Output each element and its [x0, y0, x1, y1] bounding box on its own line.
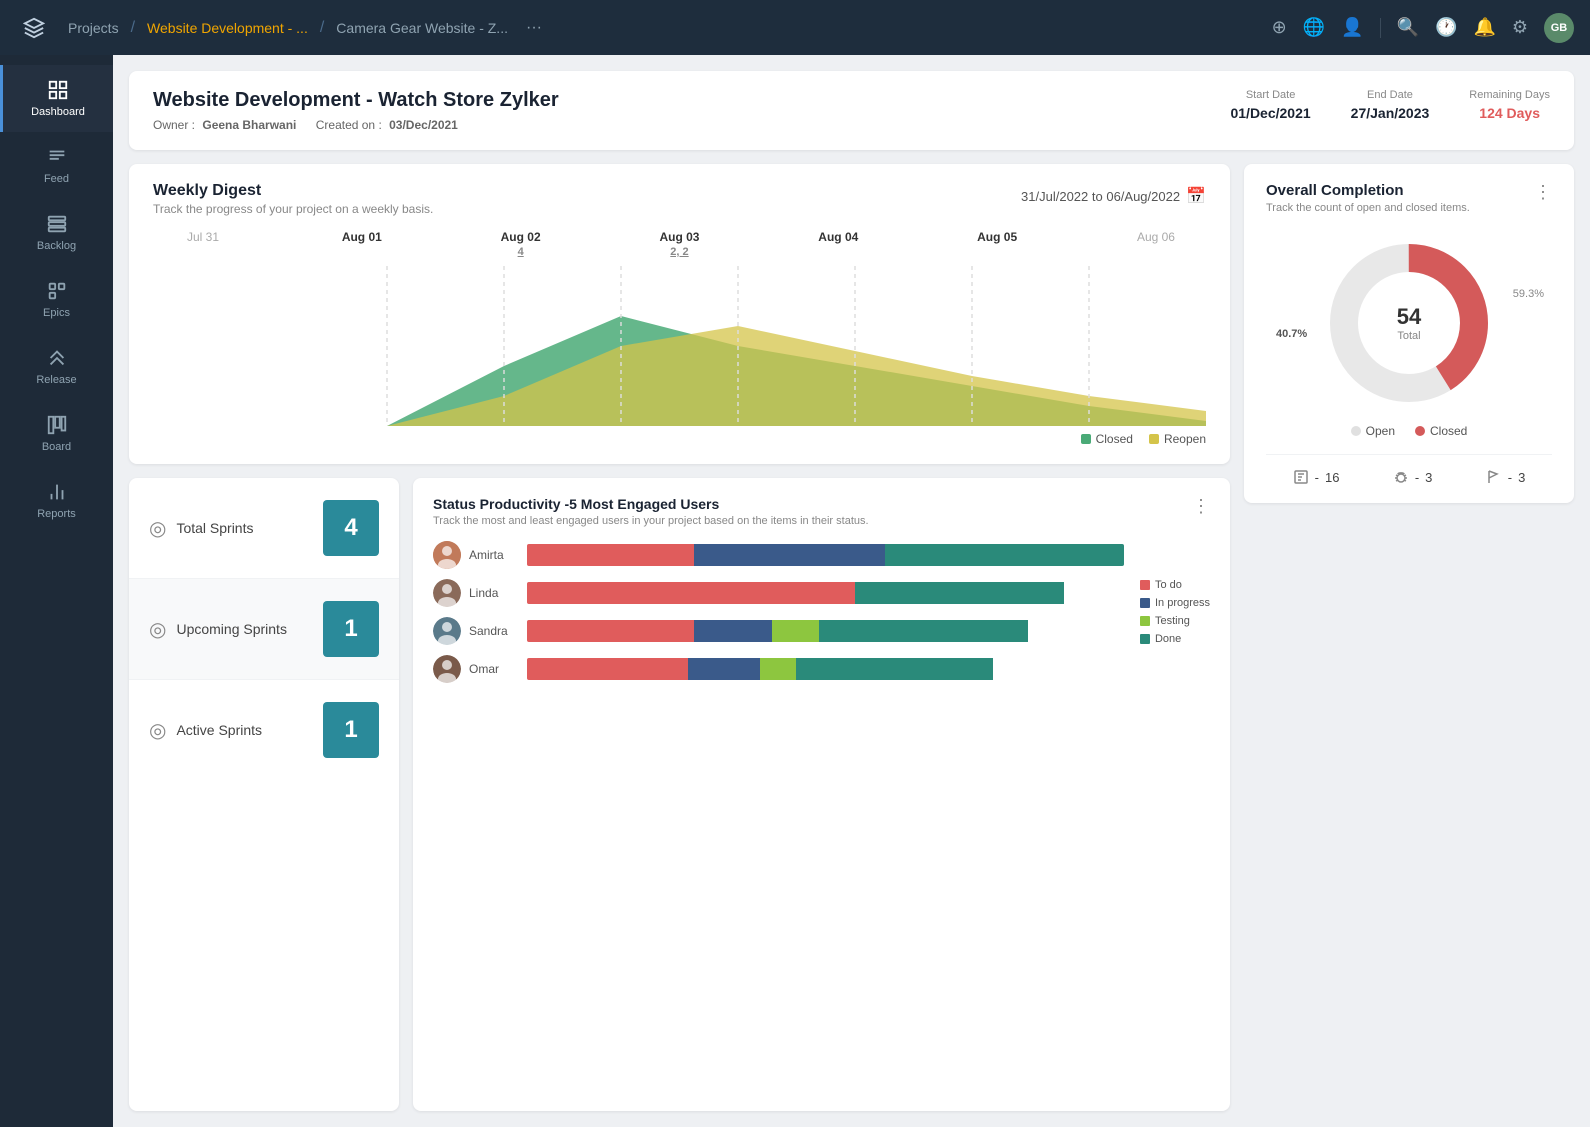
board-icon	[46, 414, 68, 436]
weekly-digest-title: Weekly Digest	[153, 182, 433, 200]
bar-row-sandra: Sandra	[433, 617, 1124, 645]
sprint-stat-total: ◎ Total Sprints 4	[129, 478, 399, 579]
bar-row-linda: Linda	[433, 579, 1124, 607]
active-sprints-label: Active Sprints	[176, 722, 262, 738]
sidebar-label-reports: Reports	[37, 508, 76, 520]
comp-stat-bugs: - 3	[1393, 469, 1433, 485]
sidebar-label-backlog: Backlog	[37, 240, 76, 252]
remaining-days: Remaining Days 124 Days	[1469, 89, 1550, 121]
legend-open: Open	[1351, 424, 1395, 438]
bar-row-amirta: Amirta	[433, 541, 1124, 569]
sidebar-item-dashboard[interactable]: Dashboard	[0, 65, 113, 132]
completion-title: Overall Completion	[1266, 182, 1470, 199]
day-aug02: Aug 024	[481, 230, 561, 258]
day-aug03: Aug 032, 2	[639, 230, 719, 258]
avatar-amirta	[433, 541, 461, 569]
end-date: End Date 27/Jan/2023	[1351, 89, 1430, 121]
sidebar-label-board: Board	[42, 441, 71, 453]
legend-closed-comp: Closed	[1415, 424, 1467, 438]
nav-projects[interactable]: Projects	[60, 16, 127, 40]
flag-icon	[1486, 469, 1502, 485]
date-range: 31/Jul/2022 to 06/Aug/2022 📅	[1021, 186, 1206, 206]
epics-icon	[46, 280, 68, 302]
legend-reopen: Reopen	[1149, 432, 1206, 446]
completion-more[interactable]: ⋮	[1534, 182, 1552, 203]
total-sprints-label: Total Sprints	[176, 520, 253, 536]
day-aug06: Aug 06	[1116, 230, 1196, 258]
productivity-card: Status Productivity -5 Most Engaged User…	[413, 478, 1230, 1111]
nav-website-dev[interactable]: Website Development - ...	[139, 16, 316, 40]
release-icon	[46, 347, 68, 369]
upcoming-sprints-icon: ◎	[149, 617, 166, 642]
sprint-stat-upcoming: ◎ Upcoming Sprints 1	[129, 579, 399, 680]
sidebar-item-feed[interactable]: Feed	[0, 132, 113, 199]
project-header: Website Development - Watch Store Zylker…	[129, 71, 1574, 150]
active-sprints-value: 1	[323, 702, 379, 758]
productivity-subtitle: Track the most and least engaged users i…	[433, 515, 869, 527]
active-sprints-icon: ◎	[149, 718, 166, 743]
comp-stat-tasks-value: 16	[1325, 470, 1339, 485]
sprint-stat-active: ◎ Active Sprints 1	[129, 680, 399, 780]
weekly-chart	[153, 266, 1206, 426]
dashboard-icon	[47, 79, 69, 101]
upcoming-sprints-label: Upcoming Sprints	[176, 621, 287, 637]
bar-row-omar: Omar	[433, 655, 1124, 683]
comp-stat-bugs-value: 3	[1425, 470, 1432, 485]
feed-icon	[46, 146, 68, 168]
calendar-icon[interactable]: 📅	[1186, 186, 1206, 206]
sidebar-label-feed: Feed	[44, 173, 69, 185]
total-sprints-icon: ◎	[149, 516, 166, 541]
globe-icon[interactable]: 🌐	[1303, 17, 1325, 38]
day-aug05: Aug 05	[957, 230, 1037, 258]
sidebar-label-epics: Epics	[43, 307, 70, 319]
sidebar-label-release: Release	[36, 374, 76, 386]
avatar-linda	[433, 579, 461, 607]
settings-icon[interactable]: ⚙	[1512, 17, 1528, 38]
day-aug01: Aug 01	[322, 230, 402, 258]
avatar: GB	[1544, 13, 1574, 43]
logo-icon	[16, 10, 52, 46]
upcoming-sprints-value: 1	[323, 601, 379, 657]
project-title: Website Development - Watch Store Zylker	[153, 89, 559, 112]
nav-camera-gear[interactable]: Camera Gear Website - Z...	[328, 16, 516, 40]
sidebar-item-reports[interactable]: Reports	[0, 467, 113, 534]
search-icon[interactable]: 🔍	[1397, 17, 1419, 38]
total-sprints-value: 4	[323, 500, 379, 556]
sidebar-item-release[interactable]: Release	[0, 333, 113, 400]
topbar-more[interactable]: ···	[516, 15, 552, 41]
completion-card: Overall Completion Track the count of op…	[1244, 164, 1574, 503]
weekly-digest-subtitle: Track the progress of your project on a …	[153, 202, 433, 216]
day-aug04: Aug 04	[798, 230, 878, 258]
avatar-omar	[433, 655, 461, 683]
avatar-sandra	[433, 617, 461, 645]
sidebar-item-backlog[interactable]: Backlog	[0, 199, 113, 266]
sprint-stats: ◎ Total Sprints 4 ◎ Upcoming Sprints 1	[129, 478, 399, 1111]
donut-label: Total	[1397, 330, 1421, 342]
legend-closed: Closed	[1081, 432, 1133, 446]
project-meta: Owner : Geena Bharwani Created on : 03/D…	[153, 118, 559, 132]
sidebar-item-board[interactable]: Board	[0, 400, 113, 467]
comp-stat-flags-value: 3	[1518, 470, 1525, 485]
sidebar-item-epics[interactable]: Epics	[0, 266, 113, 333]
completion-subtitle: Track the count of open and closed items…	[1266, 202, 1470, 214]
bell-icon[interactable]: 🔔	[1473, 17, 1495, 38]
reports-icon	[46, 481, 68, 503]
clock-icon[interactable]: 🕐	[1435, 17, 1457, 38]
tasks-icon	[1293, 469, 1309, 485]
start-date: Start Date 01/Dec/2021	[1230, 89, 1310, 121]
bar-legend: To do In progress Testing	[1140, 541, 1210, 683]
user-icon[interactable]: 👤	[1341, 17, 1363, 38]
donut-total: 54	[1397, 304, 1421, 330]
backlog-icon	[46, 213, 68, 235]
productivity-more[interactable]: ⋮	[1192, 496, 1210, 517]
sidebar-label-dashboard: Dashboard	[31, 106, 85, 118]
comp-stat-flags: - 3	[1486, 469, 1526, 485]
day-jul31: Jul 31	[163, 230, 243, 258]
add-icon[interactable]: ⊕	[1272, 17, 1287, 38]
weekly-digest-card: Weekly Digest Track the progress of your…	[129, 164, 1230, 464]
productivity-title: Status Productivity -5 Most Engaged User…	[433, 496, 869, 512]
comp-stat-tasks: - 16	[1293, 469, 1340, 485]
bugs-icon	[1393, 469, 1409, 485]
